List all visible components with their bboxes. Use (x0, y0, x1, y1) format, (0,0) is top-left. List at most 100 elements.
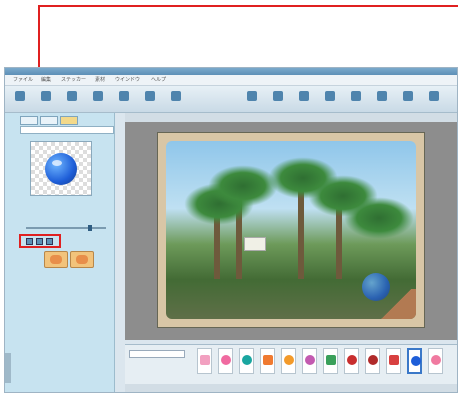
new-icon (15, 91, 25, 101)
menu-file[interactable]: ファイル (13, 77, 33, 83)
side-panel-label (5, 353, 11, 383)
image-icon (325, 91, 335, 101)
text-icon (299, 91, 309, 101)
toolbar-label (267, 103, 289, 109)
toolbar-label (345, 103, 367, 109)
zoom-icon (377, 91, 387, 101)
toolbar (5, 86, 457, 113)
thumbnail-red-ball[interactable] (365, 348, 380, 374)
size-slider[interactable] (20, 225, 114, 231)
teal-star-icon (242, 355, 252, 365)
thumbnail-green-leaf[interactable] (323, 348, 338, 374)
menu-sticker[interactable]: ステッカー (61, 77, 86, 83)
paste-icon (273, 91, 283, 101)
layer-icon (429, 91, 439, 101)
toolbar-text-button[interactable] (293, 89, 315, 111)
frame-icon (351, 91, 361, 101)
title-bar (5, 68, 457, 75)
toolbar-label (371, 103, 393, 109)
thumbnail-pink-frame[interactable] (197, 348, 212, 374)
menu-edit[interactable]: 編集 (41, 77, 51, 83)
callout-highlight-box (19, 234, 61, 248)
material-strip (125, 344, 457, 384)
toolbar-grid-button[interactable] (397, 89, 419, 111)
toolbar-new-button[interactable] (9, 89, 31, 111)
red-bag-icon (347, 355, 357, 365)
menu-help[interactable]: ヘルプ (151, 77, 166, 83)
grid-icon (403, 91, 413, 101)
thumbnail-red-bag[interactable] (344, 348, 359, 374)
sticker-preview (30, 141, 92, 196)
red-ball-icon (368, 355, 378, 365)
toolbar-label (9, 103, 31, 109)
category-dropdown[interactable] (129, 350, 185, 358)
blue-sticker-icon (411, 356, 421, 366)
orange-drop-icon (284, 355, 294, 365)
copy-icon (247, 91, 257, 101)
print-icon (93, 91, 103, 101)
thumbnail-red-candy[interactable] (386, 348, 401, 374)
toolbar-paste-button[interactable] (267, 89, 289, 111)
thumbnail-orange-drop[interactable] (281, 348, 296, 374)
toolbar-zoom-button[interactable] (371, 89, 393, 111)
palm-tree-photo (166, 141, 416, 319)
toolbar-image-button[interactable] (319, 89, 341, 111)
toolbar-open-button[interactable] (35, 89, 57, 111)
slider-thumb[interactable] (88, 225, 93, 231)
menu-bar: ファイル 編集 ステッカー 素材 ウインドウ ヘルプ (5, 75, 457, 86)
pink-flower-icon (221, 355, 231, 365)
purple-flower-icon (305, 355, 315, 365)
toolbar-frame-button[interactable] (345, 89, 367, 111)
tab-1[interactable] (20, 116, 38, 125)
cut-icon (171, 91, 181, 101)
thumbnail-orange-flower[interactable] (260, 348, 275, 374)
toolbar-label (397, 103, 419, 109)
thumbnail-pink-flower[interactable] (218, 348, 233, 374)
status-bar (125, 384, 457, 392)
toolbar-label (61, 103, 83, 109)
undo-icon (119, 91, 129, 101)
tab-3[interactable] (60, 116, 78, 125)
open-icon (41, 91, 51, 101)
menu-window[interactable]: ウインドウ (115, 77, 140, 83)
save-icon (67, 91, 77, 101)
thumbnail-purple-flower[interactable] (302, 348, 317, 374)
page-curl (376, 289, 416, 319)
tab-field[interactable] (20, 126, 114, 134)
toolbar-undo-button[interactable] (113, 89, 135, 111)
toolbar-label (423, 103, 445, 109)
toolbar-label (35, 103, 57, 109)
ruler-bar (125, 113, 457, 122)
toolbar-save-button[interactable] (61, 89, 83, 111)
toolbar-copy-button[interactable] (241, 89, 263, 111)
menu-material[interactable]: 素材 (95, 77, 105, 83)
red-candy-icon (389, 355, 399, 365)
stamp-picture-button[interactable] (70, 251, 94, 268)
toolbar-label (87, 103, 109, 109)
design-canvas[interactable] (157, 132, 425, 328)
green-leaf-icon (326, 355, 336, 365)
toolbar-print-button[interactable] (87, 89, 109, 111)
pink-bow-icon (431, 355, 441, 365)
callout-line-top (38, 5, 458, 7)
pink-frame-icon (200, 355, 210, 365)
toolbar-label (165, 103, 187, 109)
slider-track (26, 227, 106, 229)
toolbar-cut-button[interactable] (165, 89, 187, 111)
toolbar-label (113, 103, 135, 109)
white-building (244, 237, 266, 251)
tab-2[interactable] (40, 116, 58, 125)
sticker-picture-button[interactable] (44, 251, 68, 268)
thumbnail-teal-star[interactable] (239, 348, 254, 374)
canvas-title-text[interactable] (192, 155, 392, 175)
palm-crown (344, 197, 414, 239)
thumbnail-pink-bow[interactable] (428, 348, 443, 374)
toolbar-layer-button[interactable] (423, 89, 445, 111)
sticker-picture-icon (50, 255, 62, 264)
work-area (125, 122, 457, 340)
toolbar-redo-button[interactable] (139, 89, 161, 111)
stamp-picture-icon (76, 255, 88, 264)
app-window: ファイル 編集 ステッカー 素材 ウインドウ ヘルプ (4, 67, 458, 393)
redo-icon (145, 91, 155, 101)
thumbnail-blue-sticker[interactable] (407, 348, 422, 374)
